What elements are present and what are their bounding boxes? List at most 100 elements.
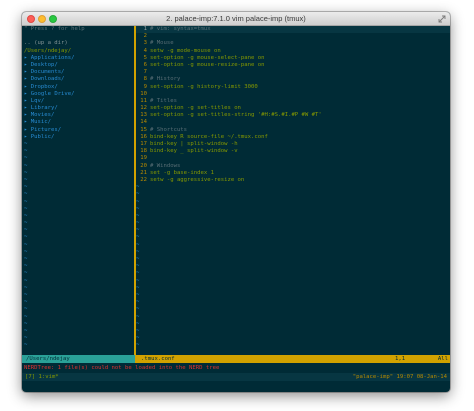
empty-line-tilde: ~ [24, 291, 28, 298]
code-text: set -g base-index 1 [150, 169, 214, 176]
directory-item[interactable]: ▸ Lqv/ [24, 98, 133, 105]
empty-line-tilde: ~ [24, 148, 28, 155]
status-cursor-position: 1,1 [395, 356, 406, 362]
empty-line-tilde: ~ [136, 198, 140, 205]
line-number: 20 [140, 162, 147, 169]
empty-line-tilde: ~ [24, 277, 28, 284]
directory-item[interactable]: ▸ Public/ [24, 134, 133, 141]
directory-item[interactable]: ▸ Downloads/ [24, 76, 133, 83]
title-bar[interactable]: 2. palace-imp:7.1.0 vim palace-imp (tmux… [22, 12, 450, 26]
directory-item[interactable]: ▸ Desktop/ [24, 62, 133, 69]
code-line[interactable]: 5 set-option -g mouse-select-pane on [136, 55, 450, 62]
code-line[interactable]: 3 # Mouse [136, 40, 450, 47]
code-line[interactable]: 13 set-option -g set-titles-string '#H:#S… [136, 112, 450, 119]
directory-item[interactable]: ▸ Applications/ [24, 55, 133, 62]
code-line[interactable]: 11 # Titles [136, 98, 450, 105]
editor-pane[interactable]: 1 # vim: syntax=tmux 2 3 # Mouse 4 setw -g mod… [136, 26, 450, 355]
empty-line-tilde: ~ [24, 227, 28, 234]
empty-line-tilde: ~ [24, 162, 28, 169]
empty-line-tilde: ~ [24, 155, 28, 162]
empty-line-tilde: ~ [136, 191, 140, 198]
empty-line-tilde: ~ [24, 284, 28, 291]
code-line[interactable]: 7 [136, 69, 450, 76]
directory-item[interactable]: ▸ Library/ [24, 105, 133, 112]
empty-line-tilde: ~ [24, 241, 28, 248]
directory-item[interactable]: ▸ Google Drive/ [24, 91, 133, 98]
empty-line-markers: ~ ~ ~ ~ ~ ~ ~ ~ ~ ~ ~ ~ ~ ~ ~ ~ ~ ~ ~ ~ ~ ~ ~ [136, 184, 450, 349]
empty-line-tilde: ~ [136, 335, 140, 342]
code-line[interactable]: 21 set -g base-index 1 [136, 170, 450, 177]
tmux-window-list[interactable]: [7] 1:vim* [25, 373, 59, 381]
directory-item-label: Music/ [30, 119, 51, 126]
code-line[interactable]: 16 bind-key R source-file ~/.tmux.conf [136, 134, 450, 141]
empty-line-tilde: ~ [136, 248, 140, 255]
empty-line-tilde: ~ [24, 212, 28, 219]
nerdtree-help-hint: " Press ? for help [24, 26, 85, 32]
line-number: 21 [140, 169, 147, 176]
collapsed-arrow-icon: ▸ [24, 97, 31, 104]
line-number: 18 [140, 148, 147, 155]
code-line[interactable]: 14 [136, 119, 450, 126]
status-scroll-percent: All [437, 356, 448, 362]
directory-item[interactable]: ▸ Movies/ [24, 112, 133, 119]
code-text: bind-key R source-file ~/.tmux.conf [150, 133, 268, 140]
empty-line-tilde: ~ [136, 299, 140, 306]
code-line[interactable]: 19 [136, 155, 450, 162]
directory-item-label: Library/ [30, 105, 58, 112]
directory-tree: ▸ Applications/▸ Desktop/▸ Documents/▸ D… [24, 55, 133, 141]
collapsed-arrow-icon: ▸ [24, 83, 31, 90]
line-number: 15 [140, 126, 147, 133]
window-title: 2. palace-imp:7.1.0 vim palace-imp (tmux… [166, 14, 306, 23]
empty-line-tilde: ~ [136, 227, 140, 234]
empty-line-tilde: ~ [136, 256, 140, 262]
code-line[interactable]: 2 [136, 33, 450, 40]
directory-item-label: Dropbox/ [30, 83, 58, 90]
directory-item[interactable]: ▸ Pictures/ [24, 127, 133, 134]
code-text: bind-key _ split-window -v [150, 148, 238, 155]
code-text: # Titles [150, 97, 177, 104]
code-line[interactable]: 8 # History [136, 76, 450, 83]
up-dir-item[interactable]: .. (up a dir) [24, 40, 133, 47]
code-text: # History [150, 76, 181, 83]
tmux-status-right: "palace-imp" 19:07 08-Jan-14 [352, 374, 447, 380]
line-number: 11 [140, 97, 147, 104]
code-text: set-option -g set-titles-string '#H:#S.#… [150, 112, 322, 119]
code-buffer[interactable]: 1 # vim: syntax=tmux 2 3 # Mouse 4 setw -g mod… [136, 26, 450, 184]
empty-line-tilde: ~ [24, 176, 28, 183]
empty-line-tilde: ~ [136, 212, 140, 219]
code-line[interactable]: 9 set-option -g history-limit 3000 [136, 84, 450, 91]
code-line[interactable]: 17 bind-key | split-window -h [136, 141, 450, 148]
code-text: setw -g aggressive-resize on [150, 176, 245, 183]
code-line[interactable]: 20 # Windows [136, 163, 450, 170]
empty-line-tilde: ~ [24, 248, 28, 255]
line-number: 22 [140, 176, 147, 183]
code-line[interactable]: 15 # Shortcuts [136, 127, 450, 134]
line-number: 2 [143, 33, 147, 40]
empty-line-tilde: ~ [24, 234, 28, 241]
empty-line-tilde: ~ [24, 320, 28, 327]
code-line[interactable]: 22 setw -g aggressive-resize on [136, 177, 450, 184]
vim-statusline: /Users/ndejay .tmux.conf 1,1 All [22, 355, 450, 363]
code-line[interactable]: 12 set-option -g set-titles on [136, 105, 450, 112]
collapsed-arrow-icon: ▸ [24, 76, 31, 83]
directory-item[interactable]: ▸ Documents/ [24, 69, 133, 76]
nerdtree-pane[interactable]: " Press ? for help .. (up a dir) /Users/… [24, 26, 133, 354]
code-line[interactable]: 1 # vim: syntax=tmux [136, 26, 450, 34]
directory-item[interactable]: ▸ Dropbox/ [24, 84, 133, 91]
fullscreen-icon[interactable] [438, 15, 446, 23]
code-text: set-option -g mouse-resize-pane on [150, 61, 265, 68]
code-line[interactable]: 4 setw -g mode-mouse on [136, 48, 450, 55]
code-line[interactable]: 10 [136, 91, 450, 98]
directory-item[interactable]: ▸ Music/ [24, 119, 133, 126]
empty-line-tilde: ~ [136, 241, 140, 248]
code-text: # vim: syntax=tmux [150, 26, 211, 32]
code-line[interactable]: 6 set-option -g mouse-resize-pane on [136, 62, 450, 69]
code-line[interactable]: 18 bind-key _ split-window -v [136, 148, 450, 155]
empty-line-tilde: ~ [136, 313, 140, 320]
terminal-content[interactable]: " Press ? for help .. (up a dir) /Users/… [22, 26, 450, 392]
empty-line-tilde: ~ [136, 220, 140, 227]
empty-line-markers: ~ ~ ~ ~ ~ ~ ~ ~ ~ ~ ~ ~ ~ ~ ~ ~ ~ ~ ~ ~ ~ ~ ~ ~ ~ ~ ~ ~ ~ [24, 141, 133, 349]
empty-line-tilde: ~ [136, 320, 140, 327]
collapsed-arrow-icon: ▸ [24, 90, 31, 97]
